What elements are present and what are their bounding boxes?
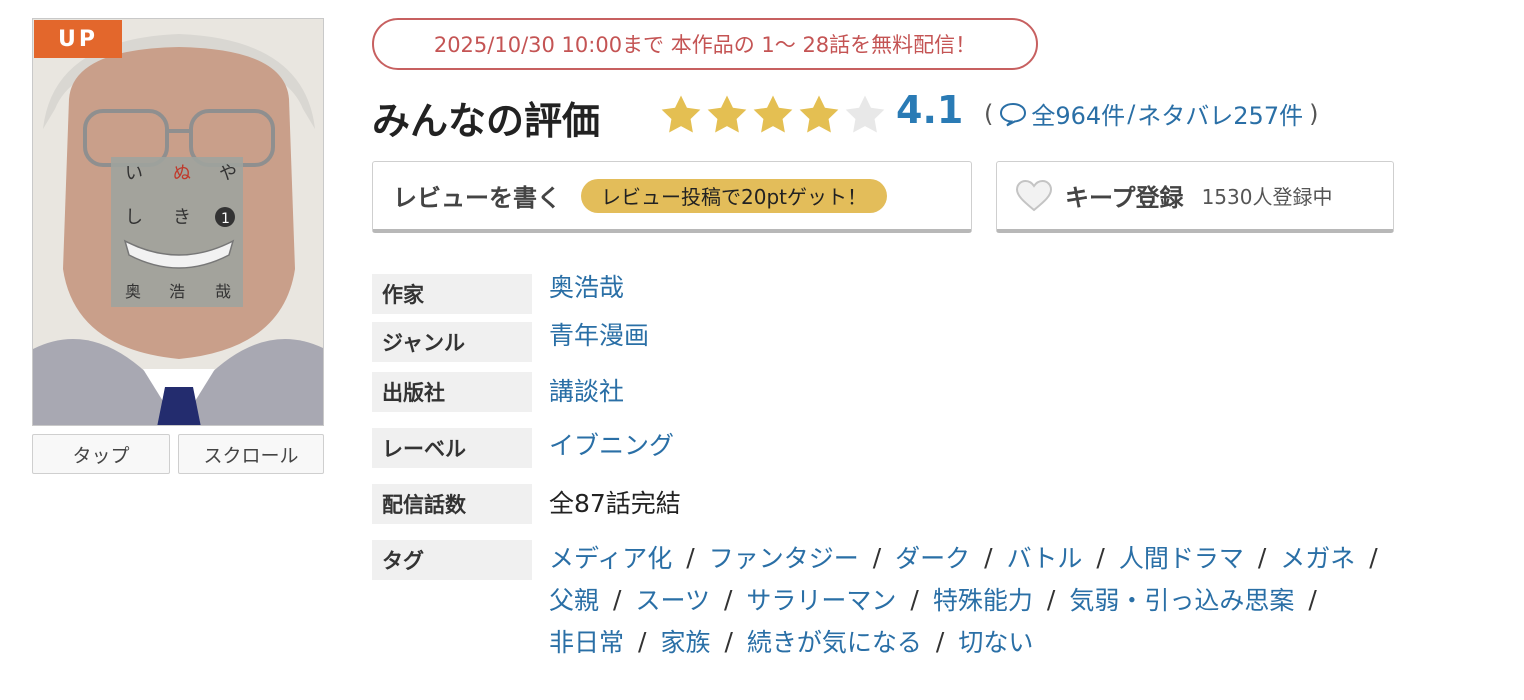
review-count: ( 全964件 / ネタバレ257件 ) <box>978 96 1324 131</box>
tag-link[interactable]: 気弱・引っ込み思案 <box>1069 581 1294 617</box>
star-icon <box>799 95 839 133</box>
tag-separator: / <box>613 584 622 614</box>
free-episodes-notice: 2025/10/30 10:00まで 本作品の 1〜 28話を無料配信！ <box>372 18 1038 70</box>
tag-separator: / <box>935 626 945 656</box>
tag-link[interactable]: 切ない <box>958 623 1033 659</box>
tag-link[interactable]: 特殊能力 <box>933 581 1033 617</box>
tag-separator: / <box>723 584 733 614</box>
tag-separator: / <box>1369 542 1378 572</box>
tag-link[interactable]: 人間ドラマ <box>1119 539 1244 575</box>
write-review-label: レビューを書く <box>393 184 561 212</box>
tag-separator: / <box>686 542 695 572</box>
author-link[interactable]: 奥浩哉 <box>549 272 624 304</box>
tags-label: タグ <box>372 540 532 580</box>
tag-link[interactable]: メディア化 <box>549 539 672 575</box>
tag-link[interactable]: 続きが気になる <box>747 623 922 659</box>
tap-view-button[interactable]: タップ <box>32 434 170 474</box>
tag-line: 非日常 / 家族 / 続きが気になる / 切ない <box>549 620 1499 662</box>
tag-link[interactable]: バトル <box>1007 539 1083 575</box>
cover-title-char-4: し <box>125 207 143 228</box>
cover-illustration: い ぬ や し き 1 奥 浩 哉 <box>33 19 323 425</box>
tag-link[interactable]: 非日常 <box>549 623 624 659</box>
cover-author-char-3: 哉 <box>215 282 231 301</box>
tag-link[interactable]: ダーク <box>895 539 970 575</box>
write-review-button[interactable]: レビューを書く レビュー投稿で20ptゲット！ <box>372 161 972 233</box>
cover-title-char-5: き <box>173 207 191 228</box>
star-icon <box>753 95 793 133</box>
review-count-open-paren: ( <box>984 99 994 128</box>
cover-author-char-2: 浩 <box>169 282 185 301</box>
tag-separator: / <box>1257 542 1267 572</box>
cover-title-char-1: い <box>125 163 143 184</box>
speech-bubble-icon <box>1000 102 1027 126</box>
tag-link[interactable]: 父親 <box>549 581 599 617</box>
tag-line: メディア化 / ファンタジー / ダーク / バトル / 人間ドラマ / メガネ / <box>549 536 1499 578</box>
tag-separator: / <box>638 626 647 656</box>
keep-label: キープ登録 <box>1065 184 1184 212</box>
tag-separator: / <box>1308 584 1317 614</box>
tag-link[interactable]: スーツ <box>635 581 710 617</box>
genre-label: ジャンル <box>372 322 532 362</box>
author-label: 作家 <box>372 274 532 314</box>
rating-title: みんなの評価 <box>372 99 601 143</box>
star-icon <box>661 95 701 133</box>
tag-separator: / <box>872 542 882 572</box>
tag-link[interactable]: ファンタジー <box>709 539 859 575</box>
imprint-link[interactable]: イブニング <box>549 430 674 462</box>
publisher-label: 出版社 <box>372 372 532 412</box>
keep-button[interactable]: キープ登録 1530人登録中 <box>996 161 1394 233</box>
genre-link[interactable]: 青年漫画 <box>549 320 649 352</box>
star-icon <box>707 95 747 133</box>
tag-link[interactable]: メガネ <box>1280 539 1355 575</box>
tag-separator: / <box>984 542 993 572</box>
all-reviews-link[interactable]: 全964件 <box>1031 96 1125 131</box>
tag-list: メディア化 / ファンタジー / ダーク / バトル / 人間ドラマ / メガネ / 父親 /… <box>549 536 1499 662</box>
tag-link[interactable]: 家族 <box>660 623 710 659</box>
imprint-label: レーベル <box>372 428 532 468</box>
keep-count: 1530人登録中 <box>1201 185 1333 209</box>
up-badge: UP <box>34 20 122 58</box>
cover-title-char-2: ぬ <box>173 163 191 184</box>
review-count-separator: / <box>1127 99 1136 128</box>
cover-title-char-3: や <box>219 163 237 184</box>
episodes-count: 全87話完結 <box>549 489 681 518</box>
tag-link[interactable]: サラリーマン <box>746 581 896 617</box>
tag-line: 父親 / スーツ / サラリーマン / 特殊能力 / 気弱・引っ込み思案 / <box>549 578 1499 620</box>
review-promo-badge: レビュー投稿で20ptゲット！ <box>581 178 887 213</box>
cover-image[interactable]: い ぬ や し き 1 奥 浩 哉 <box>32 18 324 426</box>
publisher-link[interactable]: 講談社 <box>549 376 624 408</box>
tag-separator: / <box>910 584 919 614</box>
tag-separator: / <box>724 626 733 656</box>
star-empty-icon <box>845 95 885 133</box>
heart-icon <box>1015 179 1053 211</box>
review-count-close-paren: ) <box>1309 99 1319 128</box>
cover-volume-number: 1 <box>221 211 230 227</box>
tag-separator: / <box>1046 584 1056 614</box>
spoiler-reviews-link[interactable]: ネタバレ257件 <box>1137 96 1303 131</box>
tag-separator: / <box>1096 542 1105 572</box>
rating-score: 4.1 <box>896 88 964 132</box>
scroll-view-button[interactable]: スクロール <box>178 434 324 474</box>
cover-author-char-1: 奥 <box>125 282 141 301</box>
episodes-label: 配信話数 <box>372 484 532 524</box>
rating-stars <box>658 92 888 138</box>
